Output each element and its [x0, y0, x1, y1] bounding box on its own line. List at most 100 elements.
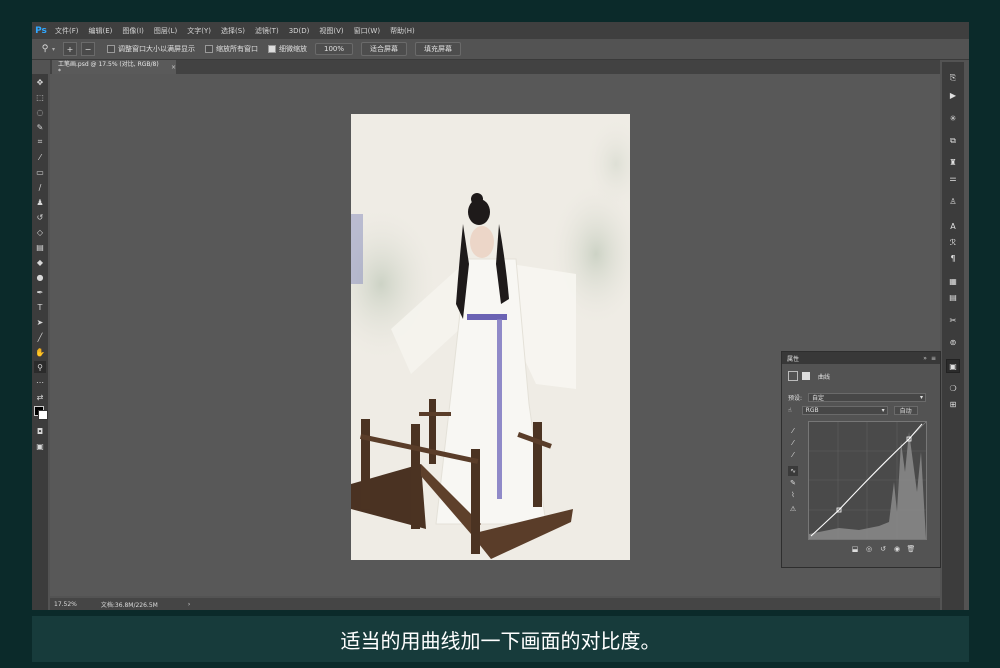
brush-settings-icon[interactable]: ✳ — [947, 112, 959, 124]
glyphs-icon[interactable]: ℛ — [947, 236, 959, 248]
trash-icon[interactable]: 🗑 — [904, 545, 918, 553]
subtitle-caption: 适当的用曲线加一下画面的对比度。 — [32, 616, 969, 662]
clone-source-icon[interactable]: ⧉ — [947, 135, 959, 147]
black-point-eyedropper-icon[interactable]: ⁄ — [788, 426, 798, 436]
menu-file[interactable]: 文件(F) — [50, 26, 84, 36]
status-bar: 17.52% 文档:36.8M/226.5M › — [50, 598, 940, 610]
hand-tool-icon[interactable]: ✋ — [34, 346, 46, 358]
mask-icon[interactable] — [802, 372, 810, 380]
paragraph-icon[interactable]: ¶ — [947, 252, 959, 264]
actions-play-icon[interactable]: ▶ — [947, 89, 959, 101]
path-select-tool-icon[interactable]: ➤ — [34, 316, 46, 328]
background-color-swatch[interactable] — [38, 410, 48, 420]
document-tab[interactable]: 工笔画.psd @ 17.5% (对比, RGB/8) * × — [52, 60, 176, 75]
panel-collapse-icon[interactable]: » — [923, 355, 927, 362]
fit-screen-button[interactable]: 适合屏幕 — [361, 42, 408, 56]
panel-menu-icon[interactable]: ≡ — [931, 355, 936, 362]
marquee-tool-icon[interactable]: ⬚ — [34, 91, 46, 103]
zoom-100-button[interactable]: 100% — [315, 43, 354, 55]
zoom-all-checkbox[interactable] — [205, 45, 214, 53]
character-icon[interactable]: A — [947, 220, 959, 232]
zoom-tool-icon[interactable]: ⚲ — [34, 361, 46, 373]
hand-adjust-icon[interactable]: ☝ — [788, 407, 792, 414]
resize-windows-checkbox[interactable] — [107, 45, 116, 53]
brush-tool-icon[interactable]: ∕ — [34, 181, 46, 193]
quick-mask-icon[interactable]: ◘ — [34, 425, 46, 437]
channel-dropdown[interactable]: RGB ▾ — [801, 406, 888, 415]
clip-to-layer-icon[interactable]: ⬓ — [848, 545, 862, 553]
menu-image[interactable]: 图像(I) — [117, 26, 149, 36]
line-tool-icon[interactable]: ╱ — [34, 331, 46, 343]
chevron-down-icon: ▾ — [920, 394, 924, 401]
photoshop-window: Ps 文件(F) 编辑(E) 图像(I) 图层(L) 文字(Y) 选择(S) 滤… — [32, 22, 969, 610]
info-icon[interactable]: ⊚ — [947, 336, 959, 348]
history-brush-tool-icon[interactable]: ↺ — [34, 211, 46, 223]
zoom-out-icon[interactable]: − — [81, 42, 96, 56]
gradient-tool-icon[interactable]: ▤ — [34, 241, 46, 253]
swap-colors-icon[interactable]: ⇄ — [34, 391, 46, 403]
clipping-warning-icon[interactable]: ⚠ — [788, 504, 798, 514]
auto-button[interactable]: 自动 — [893, 406, 918, 415]
menu-view[interactable]: 视图(V) — [314, 26, 348, 36]
artwork-illustration — [351, 114, 630, 560]
stamp-tool-icon[interactable]: ♟ — [34, 196, 46, 208]
eraser-tool-icon[interactable]: ◇ — [34, 226, 46, 238]
preset-dropdown[interactable]: 自定 ▾ — [808, 393, 927, 402]
eyedropper-tool-icon[interactable]: ⁄ — [34, 151, 46, 163]
scrubby-zoom-checkbox[interactable] — [268, 45, 277, 53]
pen-tool-icon[interactable]: ✒ — [34, 286, 46, 298]
notes-icon[interactable]: ▤ — [947, 291, 959, 303]
channels-icon[interactable]: ❍ — [947, 382, 959, 394]
visibility-eye-icon[interactable]: ◉ — [890, 545, 904, 553]
zoom-tool-preset-icon[interactable]: ⚲ — [38, 44, 52, 54]
menu-help[interactable]: 帮助(H) — [385, 26, 420, 36]
libraries-icon[interactable]: ♙ — [947, 195, 959, 207]
properties-sliders-icon[interactable]: ⚌ — [947, 172, 959, 184]
gray-point-eyedropper-icon[interactable]: ⁄ — [788, 438, 798, 448]
curves-adjustment-icon — [788, 371, 798, 381]
pencil-draw-icon[interactable]: ✎ — [788, 478, 798, 488]
curve-points-icon[interactable]: ∿ — [788, 466, 798, 476]
move-tool-icon[interactable]: ✥ — [34, 76, 46, 88]
panel-footer: ⬓ ◎ ↺ ◉ 🗑 — [848, 545, 918, 553]
screen-mode-icon[interactable]: ▣ — [34, 440, 46, 452]
crop-tool-icon[interactable]: ⌗ — [34, 136, 46, 148]
menu-edit[interactable]: 编辑(E) — [84, 26, 118, 36]
quick-select-tool-icon[interactable]: ✎ — [34, 121, 46, 133]
history-icon[interactable]: ⎘ — [947, 72, 959, 84]
menu-layer[interactable]: 图层(L) — [149, 26, 182, 36]
lasso-tool-icon[interactable]: ◌ — [34, 106, 46, 118]
properties-panel-header[interactable]: 属性 » ≡ — [782, 352, 940, 364]
white-point-eyedropper-icon[interactable]: ⁄ — [788, 450, 798, 460]
curves-graph[interactable] — [808, 421, 927, 540]
smooth-curve-icon[interactable]: ⌇ — [788, 490, 798, 500]
zoom-in-icon[interactable]: + — [63, 42, 78, 56]
more-tools-icon[interactable]: ⋯ — [34, 376, 46, 388]
scrubby-zoom-label: 细微缩放 — [279, 45, 308, 53]
menu-3d[interactable]: 3D(D) — [284, 27, 315, 35]
layer-comps-icon[interactable]: ▦ — [947, 275, 959, 287]
document-tab-bar: 工笔画.psd @ 17.5% (对比, RGB/8) * × — [50, 60, 940, 75]
panel-dock: ⎘ ▶ ✳ ⧉ ♜ ⚌ ♙ A ℛ ¶ ▦ ▤ ✂ ⊚ ▣ ❍ ⊞ — [942, 62, 964, 610]
menu-select[interactable]: 选择(S) — [216, 26, 250, 36]
menu-window[interactable]: 窗口(W) — [349, 26, 385, 36]
adjustments-icon[interactable]: ♜ — [947, 156, 959, 168]
reset-icon[interactable]: ↺ — [876, 545, 890, 553]
paths-grid-icon[interactable]: ⊞ — [947, 398, 959, 410]
blur-tool-icon[interactable]: ◆ — [34, 256, 46, 268]
healing-tool-icon[interactable]: ▭ — [34, 166, 46, 178]
tools-preset-icon[interactable]: ✂ — [947, 314, 959, 326]
close-icon[interactable]: × — [171, 64, 176, 71]
fill-screen-button[interactable]: 填充屏幕 — [415, 42, 462, 56]
type-tool-icon[interactable]: T — [34, 301, 46, 313]
menu-type[interactable]: 文字(Y) — [182, 26, 216, 36]
resize-windows-label: 调整窗口大小以满屏显示 — [118, 45, 196, 53]
dodge-tool-icon[interactable]: ● — [34, 271, 46, 283]
zoom-level[interactable]: 17.52% — [54, 601, 77, 608]
view-previous-icon[interactable]: ◎ — [862, 545, 876, 553]
status-menu-arrow-icon[interactable]: › — [188, 601, 190, 608]
properties-panel-icon[interactable]: ▣ — [946, 359, 960, 373]
menu-filter[interactable]: 滤镜(T) — [250, 26, 284, 36]
chevron-down-icon[interactable]: ▾ — [52, 46, 55, 53]
channel-value: RGB — [805, 407, 819, 414]
